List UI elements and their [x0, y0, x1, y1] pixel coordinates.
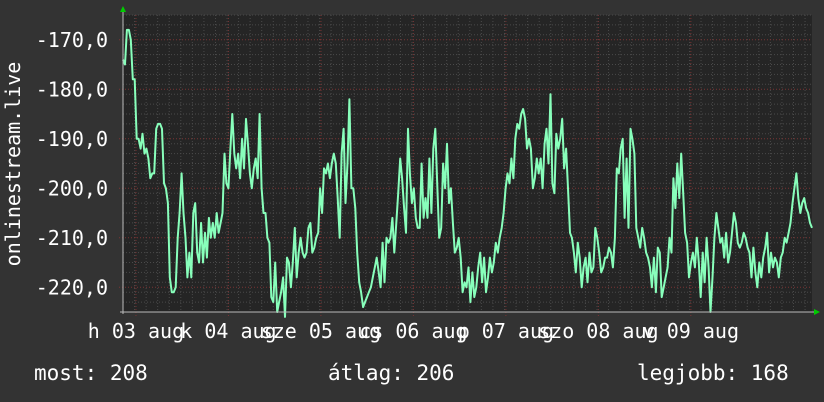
y-tick-label: -200,0 [36, 176, 108, 200]
x-axis-arrow-icon [814, 309, 820, 315]
y-axis-label: onlinestream.live [1, 62, 25, 267]
y-tick-label: -220,0 [36, 275, 108, 299]
y-tick-label: -190,0 [36, 127, 108, 151]
stat-current: most: 208 [34, 361, 148, 385]
x-tick-label: szo 08 aug [538, 319, 658, 343]
stat-best: legjobb: 168 [637, 361, 789, 385]
y-tick-label: -180,0 [36, 77, 108, 101]
x-tick-labels: h 03 augk 04 augsze 05 augcs 06 augp 07 … [88, 319, 739, 343]
x-tick-label: h 03 aug [88, 319, 184, 343]
y-axis-arrow-icon [120, 6, 126, 12]
chart-svg: -170,0 -180,0 -190,0 -200,0 -210,0 -220,0 h 0… [1, 6, 820, 343]
y-tick-label: -210,0 [36, 226, 108, 250]
stat-average: átlag: 206 [328, 361, 455, 385]
y-tick-label: -170,0 [36, 28, 108, 52]
x-tick-label: v 09 aug [643, 319, 739, 343]
y-tick-labels: -170,0 -180,0 -190,0 -200,0 -210,0 -220,0 [36, 28, 108, 300]
x-tick-label: cs 06 aug [359, 319, 467, 343]
graph-image: -170,0 -180,0 -190,0 -200,0 -210,0 -220,0 h 0… [0, 0, 824, 402]
